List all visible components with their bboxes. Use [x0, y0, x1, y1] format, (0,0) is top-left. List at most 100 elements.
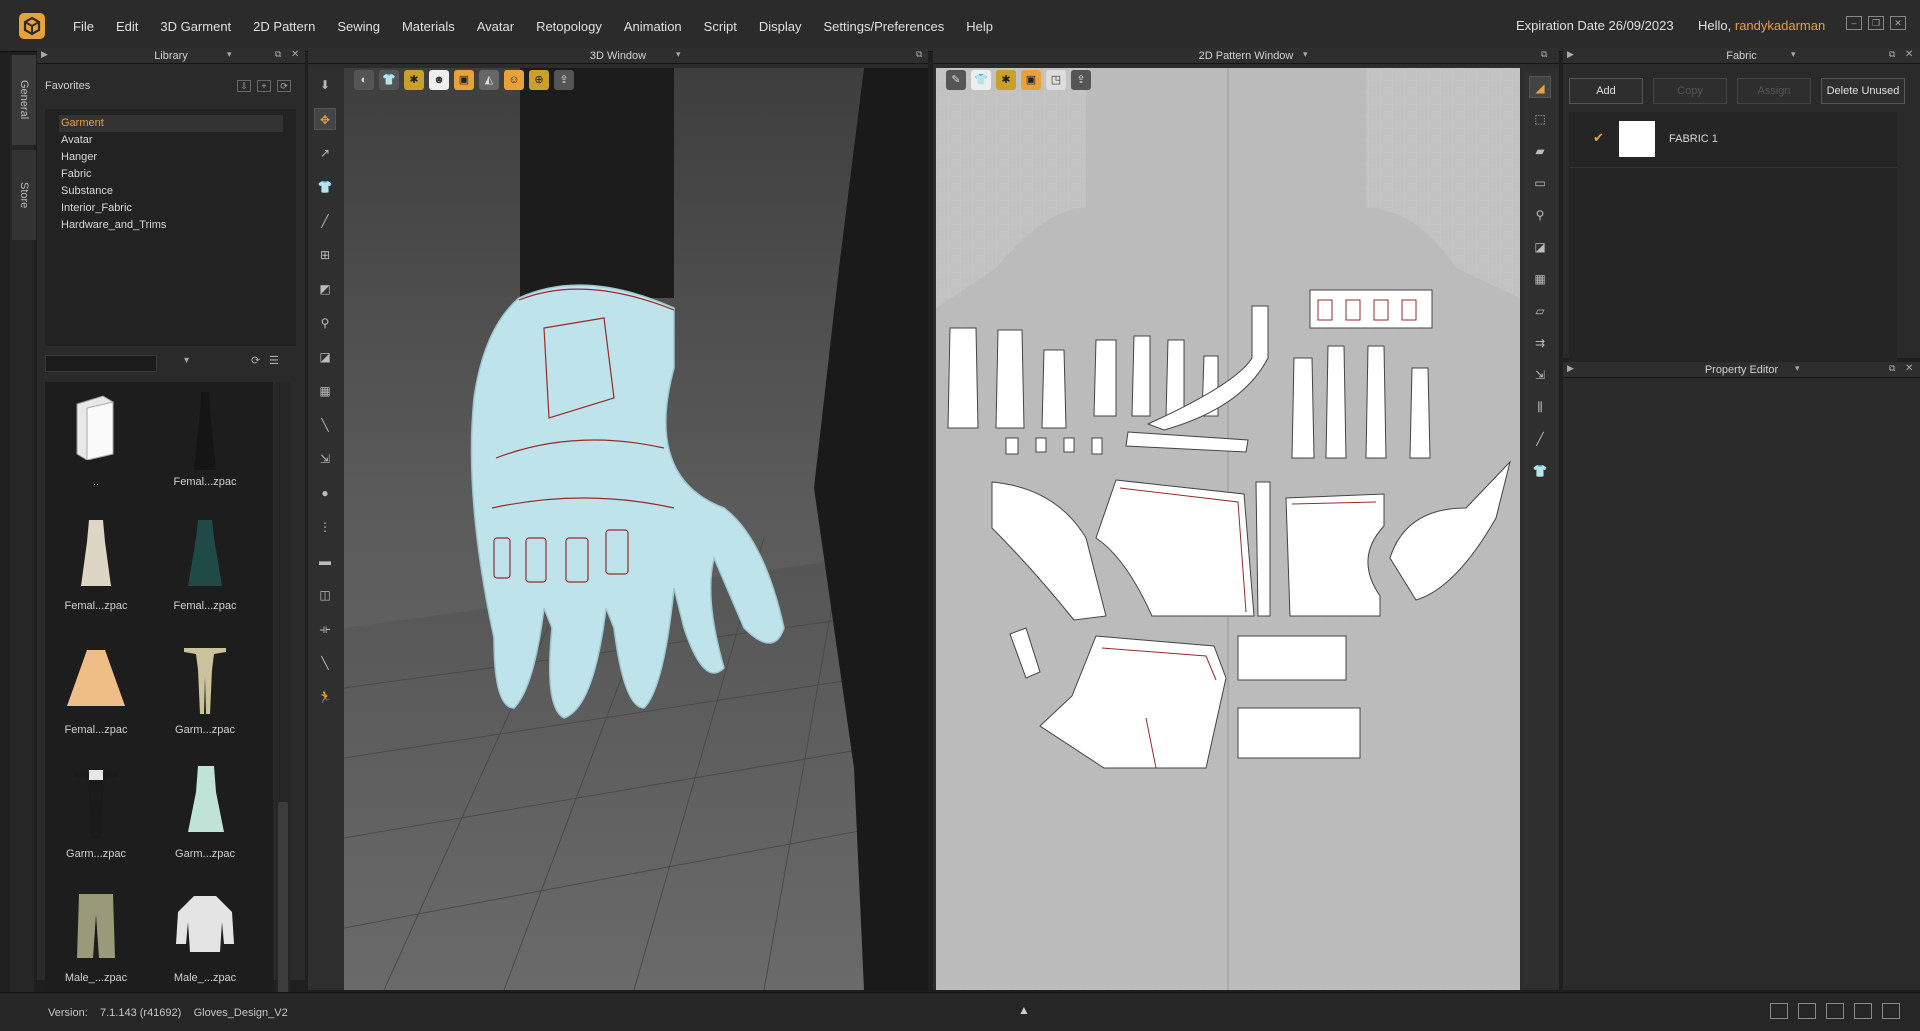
username[interactable]: randykadarman [1735, 18, 1825, 33]
pose-tool-icon[interactable]: 🏃 [314, 686, 336, 708]
refresh-icon[interactable]: ⟳ [277, 80, 291, 92]
fold-tool-icon[interactable]: ◩ [314, 278, 336, 300]
layout-quad-icon[interactable] [1854, 1003, 1872, 1019]
layout-single-icon[interactable] [1770, 1003, 1788, 1019]
favorite-item-interior-fabric[interactable]: Interior_Fabric [59, 200, 283, 217]
library-dropdown-icon[interactable]: ▾ [227, 49, 232, 60]
import-icon[interactable]: ⇩ [237, 80, 251, 92]
shirt-tool-icon[interactable]: 👕 [314, 176, 336, 198]
3d-window-dropdown-icon[interactable]: ▾ [676, 49, 681, 60]
menu-retopology[interactable]: Retopology [525, 19, 613, 34]
library-item[interactable]: Femal...zpac [160, 390, 250, 510]
2d-pattern-canvas[interactable]: ✎ 👕 ✱ ▣ ◳ ⇪ [936, 68, 1520, 990]
delete-unused-button[interactable]: Delete Unused [1821, 78, 1905, 104]
undock-icon[interactable]: ⧉ [916, 49, 922, 60]
export-pattern-icon[interactable]: ⇪ [1071, 70, 1091, 90]
favorite-item-hardware-trims[interactable]: Hardware_and_Trims [59, 217, 283, 234]
shirt-pattern-icon[interactable]: 👕 [1529, 460, 1551, 482]
fold-arrange-icon[interactable]: ▱ [1529, 300, 1551, 322]
menu-help[interactable]: Help [955, 19, 1004, 34]
measure-tool-icon[interactable]: ╲ [314, 414, 336, 436]
skin-display-icon[interactable]: ☺ [504, 70, 524, 90]
menu-sewing[interactable]: Sewing [326, 19, 391, 34]
library-item[interactable]: Garm...zpac [160, 638, 250, 758]
strap-tool-icon[interactable]: ◫ [314, 584, 336, 606]
3d-viewport[interactable]: ◐ 👕 ✱ ☻ ▣ ◭ ☺ ⊕ ⇪ [344, 68, 928, 990]
select-vertex-icon[interactable]: ↗ [314, 142, 336, 164]
fabric-pattern-icon[interactable]: ▣ [1021, 70, 1041, 90]
panel-pin-icon[interactable]: ▶ [1567, 49, 1574, 60]
menu-materials[interactable]: Materials [391, 19, 466, 34]
polygon-tool-icon[interactable]: ▰ [1529, 140, 1551, 162]
library-item[interactable]: Femal...zpac [51, 638, 141, 758]
library-item[interactable]: Garm...zpac [51, 762, 141, 882]
tab-general[interactable]: General [12, 55, 36, 145]
avatar-visible-icon[interactable]: ☻ [429, 70, 449, 90]
close-panel-icon[interactable]: ✕ [1905, 363, 1913, 374]
select-mesh-icon[interactable]: ⬇ [314, 74, 336, 96]
favorite-item-hanger[interactable]: Hanger [59, 149, 283, 166]
menu-file[interactable]: File [62, 19, 105, 34]
menu-script[interactable]: Script [693, 19, 748, 34]
move-tool-icon[interactable]: ✥ [314, 108, 336, 130]
property-dropdown-icon[interactable]: ▾ [1795, 363, 1800, 374]
menu-animation[interactable]: Animation [613, 19, 693, 34]
tab-store[interactable]: Store [12, 150, 36, 240]
add-favorite-icon[interactable]: + [257, 80, 271, 92]
texture-pattern-icon[interactable]: ✱ [996, 70, 1016, 90]
fabric-dropdown-icon[interactable]: ▾ [1791, 49, 1796, 60]
layout-split-icon[interactable] [1798, 1003, 1816, 1019]
export-view-icon[interactable]: ⇪ [554, 70, 574, 90]
avatar-tool-icon[interactable]: ╲ [314, 652, 336, 674]
library-scrollbar[interactable] [276, 382, 290, 1027]
menu-2d-pattern[interactable]: 2D Pattern [242, 19, 326, 34]
close-panel-icon[interactable]: ✕ [291, 49, 299, 60]
minimize-icon[interactable]: – [1846, 16, 1862, 30]
avatar-measure-icon[interactable]: ⟛ [314, 618, 336, 640]
edit-curve-icon[interactable]: ⚲ [1529, 204, 1551, 226]
edit-pattern-icon[interactable]: ⬚ [1529, 108, 1551, 130]
arrangement-icon[interactable]: ⊞ [314, 244, 336, 266]
undock-icon[interactable]: ⧉ [1889, 49, 1895, 60]
library-item[interactable]: Femal...zpac [160, 514, 250, 634]
rectangle-tool-icon[interactable]: ▭ [1529, 172, 1551, 194]
expand-panel-icon[interactable]: ▲ [1018, 1003, 1030, 1017]
avatar-display-icon[interactable]: ◐ [354, 70, 374, 90]
library-search-input[interactable] [45, 355, 157, 372]
list-view-icon[interactable]: ☰ [269, 354, 279, 367]
pin-tool-icon[interactable]: ⚲ [314, 312, 336, 334]
menu-avatar[interactable]: Avatar [466, 19, 525, 34]
line-tool-icon[interactable]: ╱ [314, 210, 336, 232]
transform-pattern-icon[interactable]: ◢ [1529, 76, 1551, 98]
favorite-item-substance[interactable]: Substance [59, 183, 283, 200]
close-panel-icon[interactable]: ✕ [1905, 49, 1913, 60]
panel-pin-icon[interactable]: ▶ [1567, 363, 1574, 374]
button-tool-icon[interactable]: ● [314, 482, 336, 504]
menu-3d-garment[interactable]: 3D Garment [149, 19, 242, 34]
restore-icon[interactable]: ❐ [1868, 16, 1884, 30]
layout-reset-icon[interactable] [1882, 1003, 1900, 1019]
zipper-tool-icon[interactable]: ⋮ [314, 516, 336, 538]
render-icon[interactable]: ◭ [479, 70, 499, 90]
hanger-tool-icon[interactable]: ▬ [314, 550, 336, 572]
fabric-display-icon[interactable]: ▣ [454, 70, 474, 90]
stitch-tool-icon[interactable]: ⇲ [314, 448, 336, 470]
undock-icon[interactable]: ⧉ [1541, 49, 1547, 60]
print-layout-icon[interactable]: ◳ [1046, 70, 1066, 90]
layout-icon[interactable]: 👕 [971, 70, 991, 90]
fabric-list-item[interactable]: ✔ FABRIC 1 [1569, 112, 1897, 168]
grid-tool-icon[interactable]: ▦ [314, 380, 336, 402]
trace-icon[interactable]: ⇲ [1529, 364, 1551, 386]
menu-settings[interactable]: Settings/Preferences [813, 19, 956, 34]
elastic-icon[interactable]: ⇉ [1529, 332, 1551, 354]
library-item[interactable]: Male_...zpac [51, 886, 141, 1006]
measure-line-icon[interactable]: ╱ [1529, 428, 1551, 450]
undock-icon[interactable]: ⧉ [275, 49, 281, 60]
app-logo-icon[interactable] [18, 12, 46, 40]
favorite-item-fabric[interactable]: Fabric [59, 166, 283, 183]
2d-window-dropdown-icon[interactable]: ▾ [1303, 49, 1308, 60]
garment-display-icon[interactable]: 👕 [379, 70, 399, 90]
menu-display[interactable]: Display [748, 19, 813, 34]
undock-icon[interactable]: ⧉ [1889, 363, 1895, 374]
assign-fabric-button[interactable]: Assign [1737, 78, 1811, 104]
